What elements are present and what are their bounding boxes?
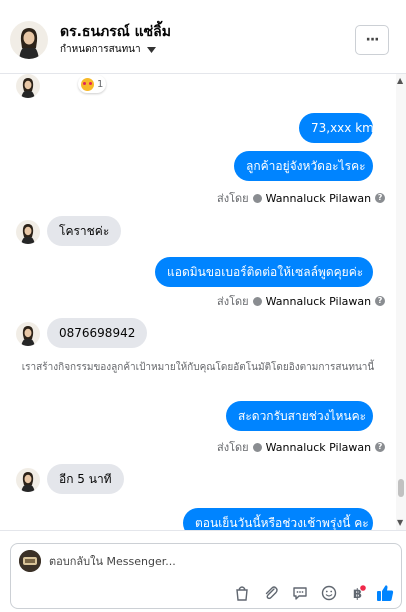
chat-bubble-icon[interactable] <box>291 584 309 602</box>
reply-input[interactable] <box>49 552 389 570</box>
baht-icon[interactable]: ฿ <box>349 584 367 602</box>
outgoing-message[interactable]: แอดมินขอเบอร์ติดต่อให้เซลล์พูดคุยค่ะ <box>155 257 373 287</box>
thread-scrollbar[interactable]: ▲ ▼ <box>396 74 406 530</box>
page-avatar <box>19 550 41 572</box>
help-icon[interactable]: ? <box>375 193 386 203</box>
incoming-message[interactable]: โคราชค่ะ <box>47 216 122 246</box>
sent-by-line: ส่งโดย Wannaluck Pilawan ? <box>217 438 386 456</box>
contact-avatar[interactable] <box>10 21 48 59</box>
caret-down-icon <box>146 46 156 53</box>
message-thread: 1 73,xxx km ลูกค้าอยู่จังหวัดอะไรคะ ส่งโ… <box>0 74 396 530</box>
message-reaction[interactable]: 1 <box>78 75 107 93</box>
reaction-count: 1 <box>97 78 104 90</box>
outgoing-message[interactable]: สะดวกรับสายช่วงไหนคะ <box>226 401 373 431</box>
outgoing-message[interactable]: ลูกค้าอยู่จังหวัดอะไรคะ <box>234 151 373 181</box>
contact-avatar-small <box>16 468 40 492</box>
bag-icon[interactable] <box>233 584 251 602</box>
system-notice: เราสร้างกิจกรรมของลูกค้าเป้าหมายให้กับคุ… <box>21 362 375 373</box>
outgoing-message[interactable]: ตอนเย็นวันนี้หรือช่วงเช้าพรุ่งนี้ คะ <box>183 508 373 530</box>
scroll-down-arrow-icon[interactable]: ▼ <box>397 518 403 527</box>
more-options-button[interactable]: ··· <box>355 25 389 55</box>
sent-by-line: ส่งโดย Wannaluck Pilawan ? <box>217 189 386 207</box>
sent-by-label: ส่งโดย <box>217 441 249 454</box>
paperclip-icon[interactable] <box>262 584 280 602</box>
incoming-message[interactable]: 0876698942 <box>47 318 148 348</box>
thumbs-up-icon[interactable] <box>376 584 394 602</box>
scrollbar-thumb[interactable] <box>398 479 404 497</box>
heart-eyes-emoji-icon <box>81 77 94 91</box>
sent-by-label: ส่งโดย <box>217 295 249 308</box>
verified-icon <box>252 296 262 306</box>
scroll-up-arrow-icon[interactable]: ▲ <box>397 76 403 85</box>
contact-avatar-small <box>16 220 40 244</box>
incoming-message[interactable]: อีก 5 นาที <box>47 464 124 494</box>
sent-by-label: ส่งโดย <box>217 192 249 205</box>
sent-by-line: ส่งโดย Wannaluck Pilawan ? <box>217 292 386 310</box>
emoji-icon[interactable] <box>320 584 338 602</box>
sender-name[interactable]: Wannaluck Pilawan <box>266 295 372 308</box>
help-icon[interactable]: ? <box>375 442 386 452</box>
verified-icon <box>252 193 262 203</box>
sender-name[interactable]: Wannaluck Pilawan <box>266 192 372 205</box>
reply-box: ฿ <box>10 543 402 609</box>
contact-avatar-small <box>16 322 40 346</box>
schedule-label: กำหนดการสนทนา <box>60 44 141 55</box>
help-icon[interactable]: ? <box>375 296 386 306</box>
contact-name[interactable]: ดร.ธนภรณ์ แซ่ลิ้ม <box>60 21 171 43</box>
schedule-conversation-dropdown[interactable]: กำหนดการสนทนา <box>60 42 156 57</box>
verified-icon <box>252 442 262 452</box>
conversation-header: ดร.ธนภรณ์ แซ่ลิ้ม กำหนดการสนทนา ··· <box>0 0 406 74</box>
sender-name[interactable]: Wannaluck Pilawan <box>266 441 372 454</box>
reply-composer: ฿ <box>0 530 406 612</box>
contact-avatar-small <box>16 74 40 98</box>
outgoing-message[interactable]: 73,xxx km <box>299 113 374 143</box>
